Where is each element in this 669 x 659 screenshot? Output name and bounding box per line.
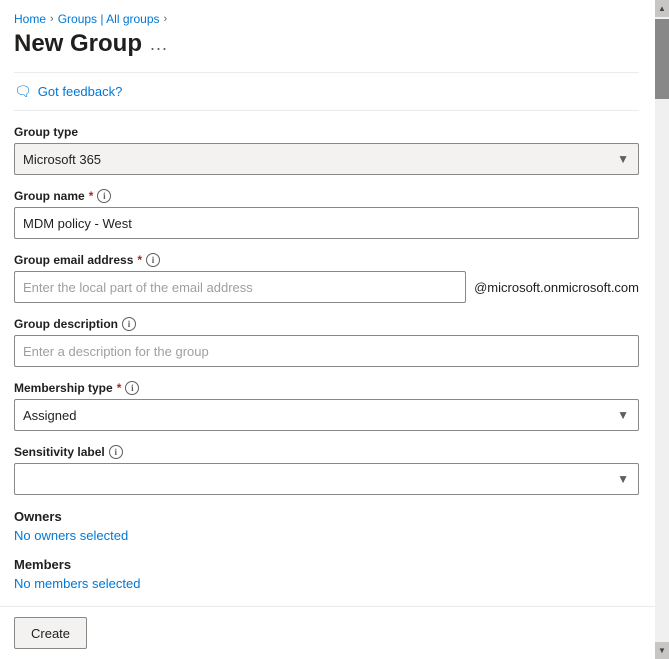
membership-required-star: * <box>117 381 122 395</box>
group-name-input[interactable] <box>14 207 639 239</box>
scrollbar-up-button[interactable]: ▲ <box>655 0 669 17</box>
membership-type-section: Membership type * i Assigned Dynamic Use… <box>14 381 639 431</box>
sensitivity-dropdown-wrapper: ▼ <box>14 463 639 495</box>
no-owners-link[interactable]: No owners selected <box>14 528 128 543</box>
membership-type-dropdown-wrapper: Assigned Dynamic User Dynamic Device ▼ <box>14 399 639 431</box>
sensitivity-label-label: Sensitivity label i <box>14 445 639 459</box>
group-type-select[interactable]: Microsoft 365 Security Mail-enabled secu… <box>14 143 639 175</box>
members-section: Members No members selected <box>14 557 639 591</box>
scrollbar-thumb-area <box>655 17 669 642</box>
group-name-section: Group name * i <box>14 189 639 239</box>
membership-type-select[interactable]: Assigned Dynamic User Dynamic Device <box>14 399 639 431</box>
scrollbar-thumb[interactable] <box>655 19 669 99</box>
group-description-section: Group description i <box>14 317 639 367</box>
group-type-label: Group type <box>14 125 639 139</box>
group-name-required-star: * <box>89 189 94 203</box>
group-email-required-star: * <box>137 253 142 267</box>
feedback-icon: 🗨 <box>14 83 32 100</box>
title-divider <box>14 72 639 73</box>
group-name-info-icon[interactable]: i <box>97 189 111 203</box>
group-name-label: Group name * i <box>14 189 639 203</box>
create-button[interactable]: Create <box>14 617 87 649</box>
owners-section: Owners No owners selected <box>14 509 639 543</box>
group-email-info-icon[interactable]: i <box>146 253 160 267</box>
scrollbar-track[interactable]: ▲ ▼ <box>655 0 669 659</box>
breadcrumb-groups[interactable]: Groups | All groups <box>58 12 160 26</box>
sensitivity-info-icon[interactable]: i <box>109 445 123 459</box>
group-description-label: Group description i <box>14 317 639 331</box>
group-description-info-icon[interactable]: i <box>122 317 136 331</box>
membership-type-label: Membership type * i <box>14 381 639 395</box>
group-email-label: Group email address * i <box>14 253 639 267</box>
scrollable-content[interactable]: Home › Groups | All groups › New Group .… <box>0 0 669 606</box>
group-email-input[interactable] <box>14 271 466 303</box>
breadcrumb: Home › Groups | All groups › <box>14 12 639 26</box>
page-title-row: New Group ... <box>14 30 639 58</box>
sensitivity-label-select[interactable] <box>14 463 639 495</box>
sensitivity-label-section: Sensitivity label i ▼ <box>14 445 639 495</box>
group-email-section: Group email address * i @microsoft.onmic… <box>14 253 639 303</box>
owners-heading: Owners <box>14 509 639 524</box>
email-domain: @microsoft.onmicrosoft.com <box>474 280 639 295</box>
email-row: @microsoft.onmicrosoft.com <box>14 271 639 303</box>
breadcrumb-sep2: › <box>164 13 168 25</box>
bottom-bar: Create <box>0 606 669 659</box>
page-title: New Group <box>14 30 142 58</box>
scrollbar-down-button[interactable]: ▼ <box>655 642 669 659</box>
breadcrumb-home[interactable]: Home <box>14 12 46 26</box>
more-options-icon[interactable]: ... <box>150 34 168 55</box>
group-type-section: Group type Microsoft 365 Security Mail-e… <box>14 125 639 175</box>
members-heading: Members <box>14 557 639 572</box>
feedback-row[interactable]: 🗨 Got feedback? <box>14 83 639 111</box>
new-group-window: Home › Groups | All groups › New Group .… <box>0 0 669 659</box>
group-type-dropdown-wrapper: Microsoft 365 Security Mail-enabled secu… <box>14 143 639 175</box>
no-members-link[interactable]: No members selected <box>14 576 140 591</box>
membership-info-icon[interactable]: i <box>125 381 139 395</box>
group-description-input[interactable] <box>14 335 639 367</box>
breadcrumb-sep1: › <box>50 13 54 25</box>
feedback-label[interactable]: Got feedback? <box>38 84 123 99</box>
